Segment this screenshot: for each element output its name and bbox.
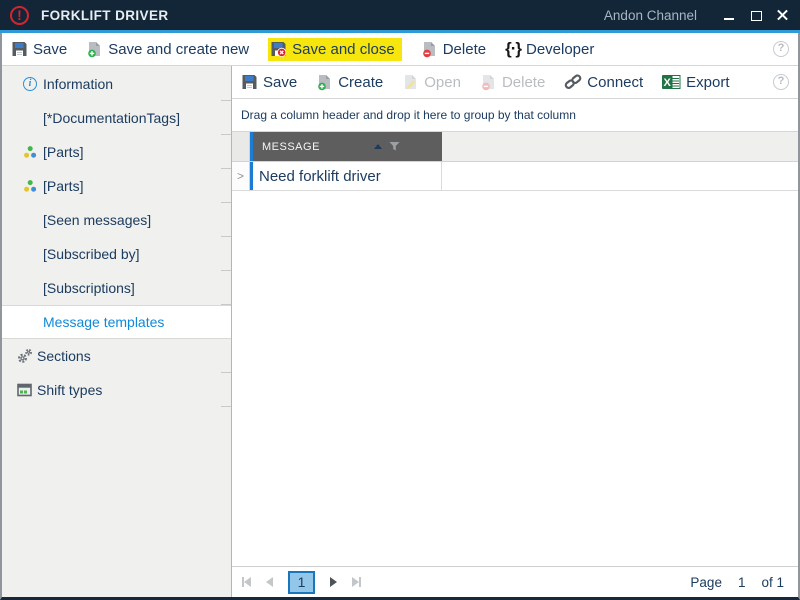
sidebar-item-label: Shift types <box>37 382 102 398</box>
sidebar-item-documentationtags[interactable]: [*DocumentationTags] <box>2 101 231 135</box>
svg-text:X: X <box>664 77 672 89</box>
help-icon[interactable]: ? <box>773 41 789 57</box>
grid-toolbar: Save Create Open <box>232 66 798 99</box>
sidebar-item-subscriptions[interactable]: [Subscriptions] <box>2 271 231 305</box>
sidebar-item-subscribed-by[interactable]: [Subscribed by] <box>2 237 231 271</box>
highlight-marker: Save and close <box>268 38 402 61</box>
message-cell[interactable]: Need forklift driver <box>253 162 442 190</box>
sidebar-item-label: [Seen messages] <box>43 212 151 228</box>
save-and-close-label: Save and close <box>292 41 395 58</box>
sidebar-item-label: Sections <box>37 348 91 364</box>
sidebar-item-shift-types[interactable]: Shift types <box>2 373 231 407</box>
sidebar-item-parts-2[interactable]: [Parts] <box>2 169 231 203</box>
help-icon[interactable]: ? <box>773 74 789 90</box>
save-and-close-button[interactable]: Save and close <box>268 38 402 61</box>
document-add-icon <box>86 41 103 58</box>
title-bar: ! FORKLIFT DRIVER Andon Channel <box>0 0 800 30</box>
grid-create-label: Create <box>338 74 383 91</box>
sidebar-item-label: [Subscriptions] <box>43 280 135 296</box>
developer-label: Developer <box>526 41 594 58</box>
save-label: Save <box>33 41 67 58</box>
sidebar-item-message-templates[interactable]: Message templates <box>2 305 231 339</box>
save-icon <box>11 41 28 57</box>
group-by-hint: Drag a column header and drop it here to… <box>241 108 576 122</box>
parts-icon <box>23 145 37 159</box>
row-expand-button[interactable]: > <box>232 162 250 190</box>
document-add-icon <box>316 74 333 91</box>
delete-button[interactable]: Delete <box>421 41 486 58</box>
main-toolbar: Save Save and create new Save and close <box>2 33 798 66</box>
message-cell-text: Need forklift driver <box>259 168 381 185</box>
pager-bar: 1 Page 1 of 1 <box>232 566 798 597</box>
chevron-right-icon: > <box>237 169 244 183</box>
first-page-button[interactable] <box>242 577 251 587</box>
developer-button[interactable]: {·} Developer <box>505 39 594 59</box>
sidebar-item-sections[interactable]: Sections <box>2 339 231 373</box>
save-button[interactable]: Save <box>11 41 67 58</box>
grid-open-label: Open <box>424 74 461 91</box>
save-close-icon <box>270 41 287 57</box>
column-header-label: MESSAGE <box>262 141 320 153</box>
alert-icon: ! <box>10 6 29 25</box>
page-label: Page <box>690 575 722 590</box>
grid-export-label: Export <box>686 74 729 91</box>
grid-save-label: Save <box>263 74 297 91</box>
app-window: ! FORKLIFT DRIVER Andon Channel Save <box>0 0 800 600</box>
sidebar-item-label: [Parts] <box>43 178 83 194</box>
grid-empty-area <box>232 191 798 566</box>
table-row[interactable]: > Need forklift driver <box>232 162 798 191</box>
excel-export-icon: X <box>662 74 681 90</box>
minimize-button[interactable] <box>723 9 736 22</box>
sidebar-item-label: [Subscribed by] <box>43 246 140 262</box>
parts-icon <box>23 179 37 193</box>
current-page-button[interactable]: 1 <box>288 571 315 594</box>
grid-open-button[interactable]: Open <box>402 74 461 91</box>
sort-ascending-icon <box>374 144 382 149</box>
sidebar-item-information[interactable]: i Information <box>2 67 231 101</box>
sidebar-item-label: Message templates <box>43 314 164 330</box>
grid-delete-label: Delete <box>502 74 545 91</box>
next-page-button[interactable] <box>330 577 337 587</box>
last-page-button[interactable] <box>352 577 361 587</box>
window-title: FORKLIFT DRIVER <box>41 8 169 23</box>
sidebar-item-label: [*DocumentationTags] <box>43 110 180 126</box>
maximize-button[interactable] <box>750 9 763 22</box>
sidebar-item-seen-messages[interactable]: [Seen messages] <box>2 203 231 237</box>
sidebar-item-label: [Parts] <box>43 144 83 160</box>
page-number: 1 <box>738 575 746 590</box>
grid-export-button[interactable]: X Export <box>662 74 729 91</box>
window-subtitle: Andon Channel <box>604 8 697 23</box>
document-delete-icon <box>480 74 497 91</box>
link-icon <box>564 74 582 90</box>
group-by-panel[interactable]: Drag a column header and drop it here to… <box>232 99 798 132</box>
grid-save-button[interactable]: Save <box>241 74 297 91</box>
sidebar: i Information [*DocumentationTags] [Part… <box>2 66 232 597</box>
row-indicator-header-cell <box>232 132 250 161</box>
previous-page-button[interactable] <box>266 577 273 587</box>
page-of-label: of 1 <box>761 575 784 590</box>
grid-connect-button[interactable]: Connect <box>564 74 643 91</box>
filter-icon[interactable] <box>389 141 400 152</box>
sidebar-item-label: Information <box>43 76 113 92</box>
grid-delete-button[interactable]: Delete <box>480 74 545 91</box>
grid-header-row: MESSAGE <box>232 132 798 162</box>
gears-icon <box>17 348 33 364</box>
info-icon: i <box>23 77 37 91</box>
delete-label: Delete <box>443 41 486 58</box>
content-panel: Save Create Open <box>232 66 798 597</box>
code-braces-icon: {·} <box>505 39 521 59</box>
document-delete-icon <box>421 41 438 58</box>
document-open-icon <box>402 74 419 91</box>
close-button[interactable] <box>777 9 790 22</box>
column-header-message[interactable]: MESSAGE <box>253 132 442 161</box>
grid-create-button[interactable]: Create <box>316 74 383 91</box>
sidebar-item-parts-1[interactable]: [Parts] <box>2 135 231 169</box>
table-icon <box>17 383 32 397</box>
save-and-create-new-label: Save and create new <box>108 41 249 58</box>
save-icon <box>241 74 258 90</box>
grid-connect-label: Connect <box>587 74 643 91</box>
save-and-create-new-button[interactable]: Save and create new <box>86 41 249 58</box>
page-status: Page 1 of 1 <box>690 575 788 590</box>
